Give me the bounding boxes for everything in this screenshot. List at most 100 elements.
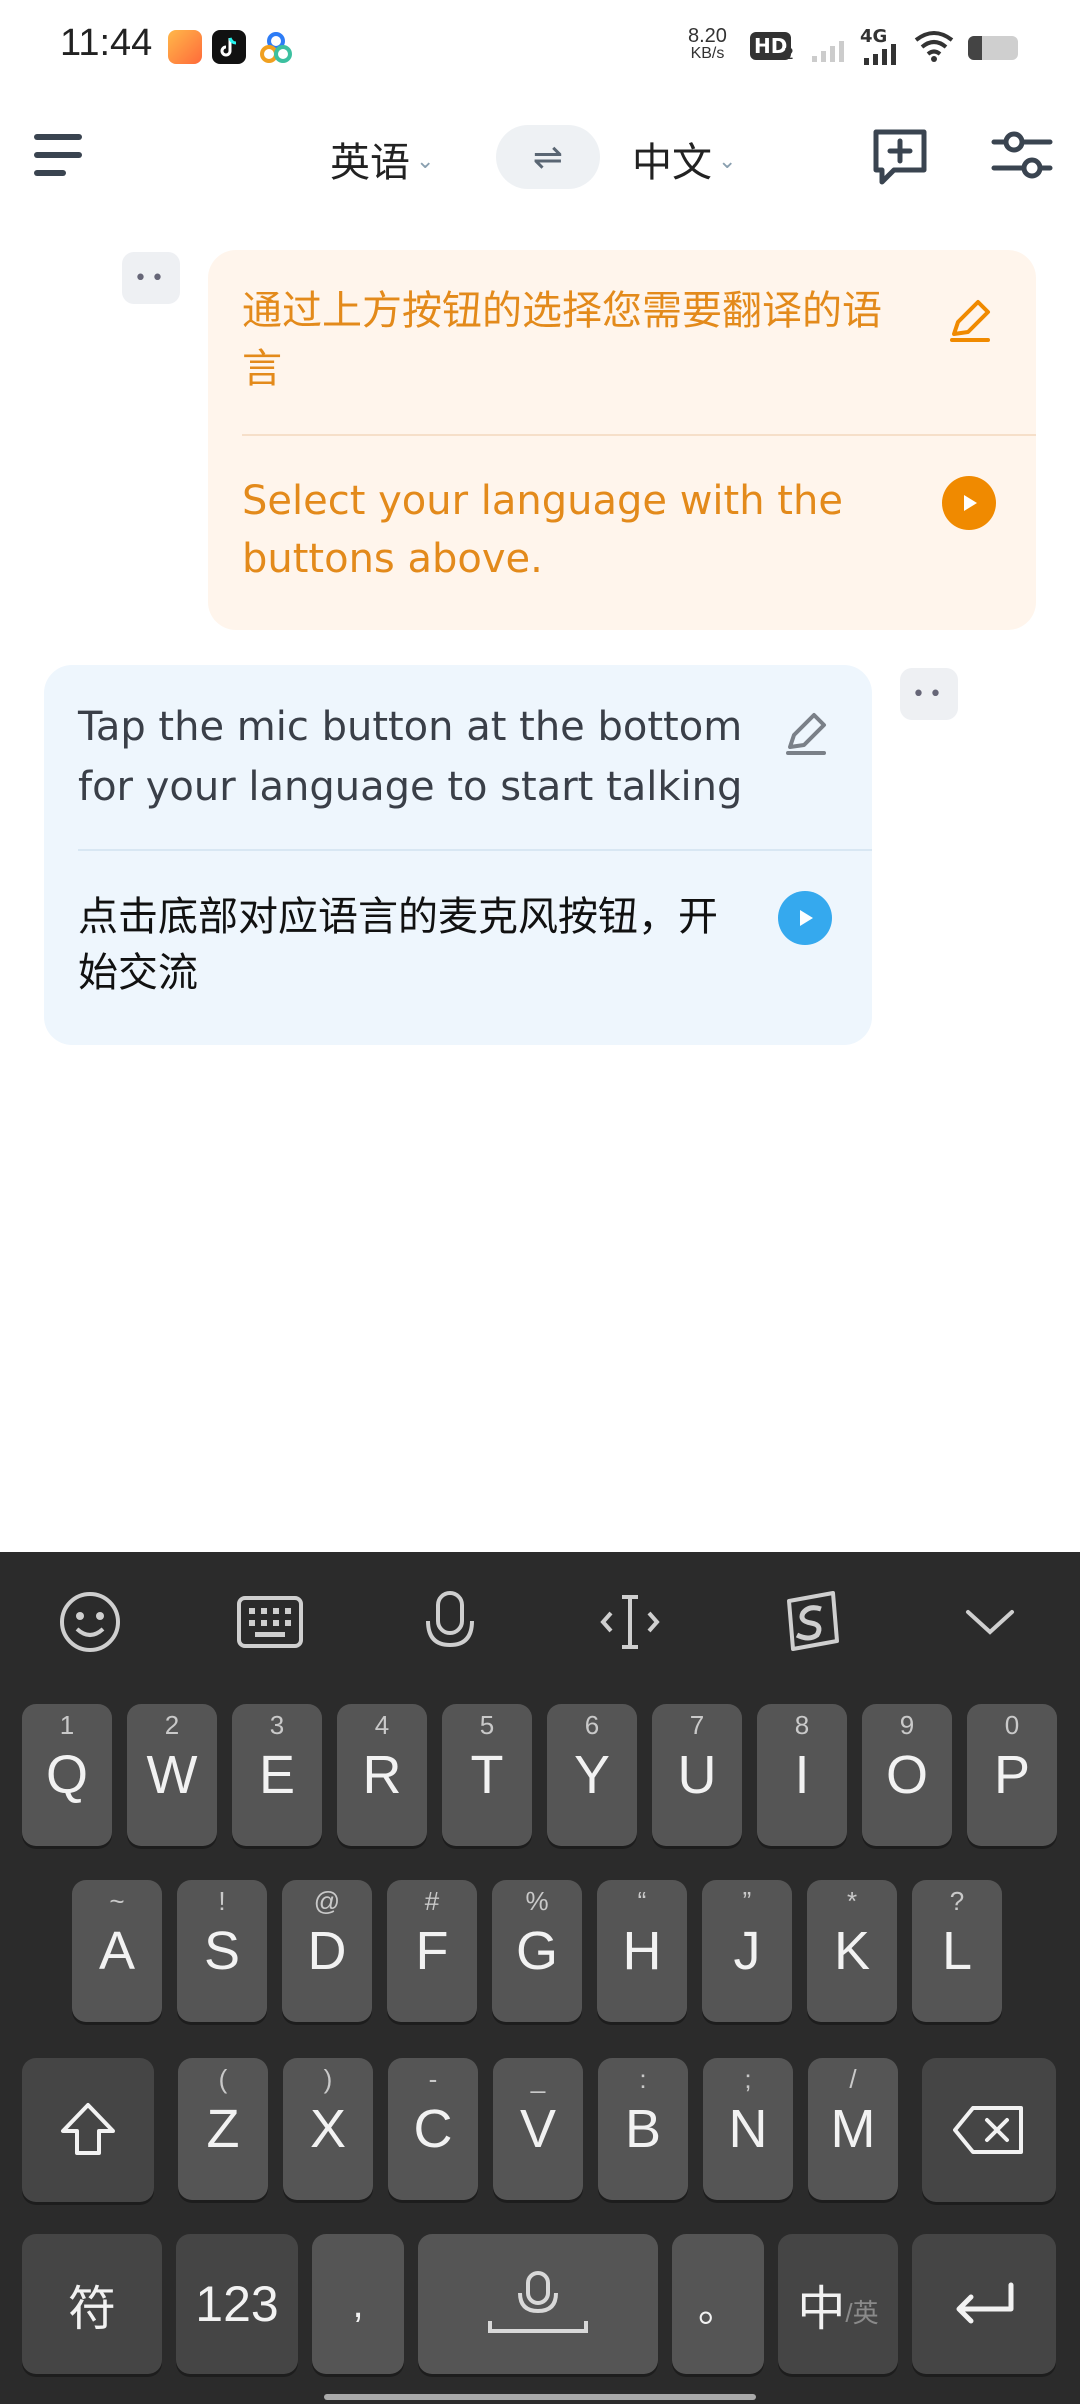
- source-language-selector[interactable]: 英语 ⌄: [330, 130, 434, 188]
- enter-icon: [956, 2282, 1014, 2324]
- key-primary-label: S: [203, 1921, 241, 1981]
- net-speed-unit: KB/s: [690, 45, 725, 62]
- message-translation-text: Select your language with the buttons ab…: [242, 478, 843, 582]
- key-h[interactable]: “H: [597, 1880, 687, 2022]
- wifi-icon: [914, 30, 954, 66]
- symbols-label: 符: [67, 2283, 116, 2336]
- menu-icon[interactable]: [30, 128, 94, 184]
- shift-key[interactable]: [22, 2058, 154, 2202]
- key-secondary-label: -: [428, 2064, 438, 2094]
- key-secondary-label: ;: [744, 2064, 752, 2094]
- key-secondary-label: !: [218, 1886, 226, 1916]
- key-t[interactable]: 5T: [442, 1704, 532, 1846]
- backspace-icon: [953, 2106, 1023, 2154]
- key-i[interactable]: 8I: [757, 1704, 847, 1846]
- tiktok-icon: [212, 30, 246, 64]
- key-b[interactable]: :B: [598, 2058, 688, 2200]
- backspace-key[interactable]: [922, 2058, 1056, 2202]
- lang-switch-sub: /英: [845, 2297, 879, 2328]
- key-s[interactable]: ! S: [177, 1880, 267, 2022]
- new-conversation-icon[interactable]: [868, 124, 932, 188]
- edit-icon[interactable]: [780, 709, 830, 759]
- lang-switch-main: 中: [797, 2283, 846, 2336]
- home-indicator[interactable]: [324, 2394, 756, 2400]
- key-primary-label: B: [624, 2099, 662, 2159]
- language-switch-key[interactable]: 中 /英: [778, 2234, 898, 2374]
- key-y[interactable]: 6Y: [547, 1704, 637, 1846]
- keyboard-icon[interactable]: [230, 1584, 310, 1660]
- key-l[interactable]: ? L: [912, 1880, 1002, 2022]
- key-n[interactable]: ; N: [703, 2058, 793, 2200]
- key-j[interactable]: ” J: [702, 1880, 792, 2022]
- numbers-key[interactable]: 123: [176, 2234, 298, 2374]
- message-avatar-placeholder: ••: [122, 252, 180, 304]
- hd-sub-indicator: 2: [784, 44, 795, 63]
- key-d[interactable]: @ D: [282, 1880, 372, 2022]
- key-primary-label: D: [307, 1921, 347, 1981]
- play-audio-button[interactable]: [778, 891, 832, 945]
- key-o[interactable]: 9O: [862, 1704, 952, 1846]
- key-secondary-label: #: [424, 1886, 440, 1916]
- key-e[interactable]: 3E: [232, 1704, 322, 1846]
- chevron-down-icon: ⌄: [416, 148, 435, 174]
- battery-level: [968, 36, 982, 60]
- key-primary-label: H: [622, 1921, 662, 1981]
- key-secondary-label: 9: [899, 1710, 915, 1740]
- key-u[interactable]: 7U: [652, 1704, 742, 1846]
- play-audio-button[interactable]: [942, 476, 996, 530]
- comma-label: ,: [352, 2281, 364, 2326]
- key-p[interactable]: 0P: [967, 1704, 1057, 1846]
- key-primary-label: L: [941, 1921, 973, 1981]
- key-primary-label: T: [470, 1745, 504, 1805]
- net-speed-value: 8.20: [688, 25, 727, 47]
- key-primary-label: U: [677, 1745, 717, 1805]
- key-secondary-label: @: [313, 1886, 341, 1916]
- key-a[interactable]: ~ A: [72, 1880, 162, 2022]
- key-primary-label: J: [733, 1921, 761, 1981]
- key-g[interactable]: % G: [492, 1880, 582, 2022]
- chevron-down-icon: ⌄: [718, 148, 737, 174]
- key-w[interactable]: 2W: [127, 1704, 217, 1846]
- swap-languages-button[interactable]: ⇌: [496, 125, 600, 189]
- voice-input-icon[interactable]: [410, 1584, 490, 1660]
- key-primary-label: N: [728, 2099, 768, 2159]
- space-key[interactable]: [418, 2234, 658, 2374]
- symbols-key[interactable]: 符: [22, 2234, 162, 2374]
- target-language-selector[interactable]: 中文 ⌄: [632, 130, 736, 188]
- key-primary-label: Y: [573, 1745, 611, 1805]
- settings-sliders-icon[interactable]: [990, 126, 1054, 186]
- collapse-keyboard-icon[interactable]: [950, 1584, 1030, 1660]
- key-primary-label: F: [415, 1921, 449, 1981]
- message-translation-text: 点击底部对应语言的麦克风按钮，开始交流: [78, 894, 718, 996]
- shift-icon: [61, 2103, 115, 2155]
- signal-strong-icon: [864, 44, 900, 70]
- key-q[interactable]: 1Q: [22, 1704, 112, 1846]
- sogou-logo-icon[interactable]: [770, 1584, 850, 1660]
- divider: [242, 434, 1036, 436]
- enter-key[interactable]: [912, 2234, 1056, 2374]
- key-primary-label: I: [794, 1745, 810, 1805]
- comma-key[interactable]: ,: [312, 2234, 404, 2374]
- signal-weak-icon: [812, 36, 848, 68]
- key-k[interactable]: * K: [807, 1880, 897, 2022]
- edit-icon[interactable]: [944, 296, 994, 346]
- message-avatar-placeholder: ••: [900, 668, 958, 720]
- cursor-move-icon[interactable]: [590, 1584, 670, 1660]
- key-r[interactable]: 4R: [337, 1704, 427, 1846]
- key-primary-label: A: [98, 1921, 136, 1981]
- key-f[interactable]: # F: [387, 1880, 477, 2022]
- key-z[interactable]: (Z: [178, 2058, 268, 2200]
- key-c[interactable]: -C: [388, 2058, 478, 2200]
- source-language-label: 英语: [330, 140, 410, 186]
- key-v[interactable]: _ V: [493, 2058, 583, 2200]
- key-secondary-label: %: [525, 1886, 549, 1916]
- emoji-icon[interactable]: [50, 1584, 130, 1660]
- key-primary-label: Q: [45, 1745, 88, 1805]
- key-secondary-label: 0: [1004, 1710, 1020, 1740]
- key-secondary-label: /: [849, 2064, 857, 2094]
- key-m[interactable]: / M: [808, 2058, 898, 2200]
- status-time: 11:44: [60, 22, 153, 64]
- key-secondary-label: ): [323, 2064, 333, 2094]
- period-key[interactable]: 。: [672, 2234, 764, 2374]
- key-x[interactable]: ) X: [283, 2058, 373, 2200]
